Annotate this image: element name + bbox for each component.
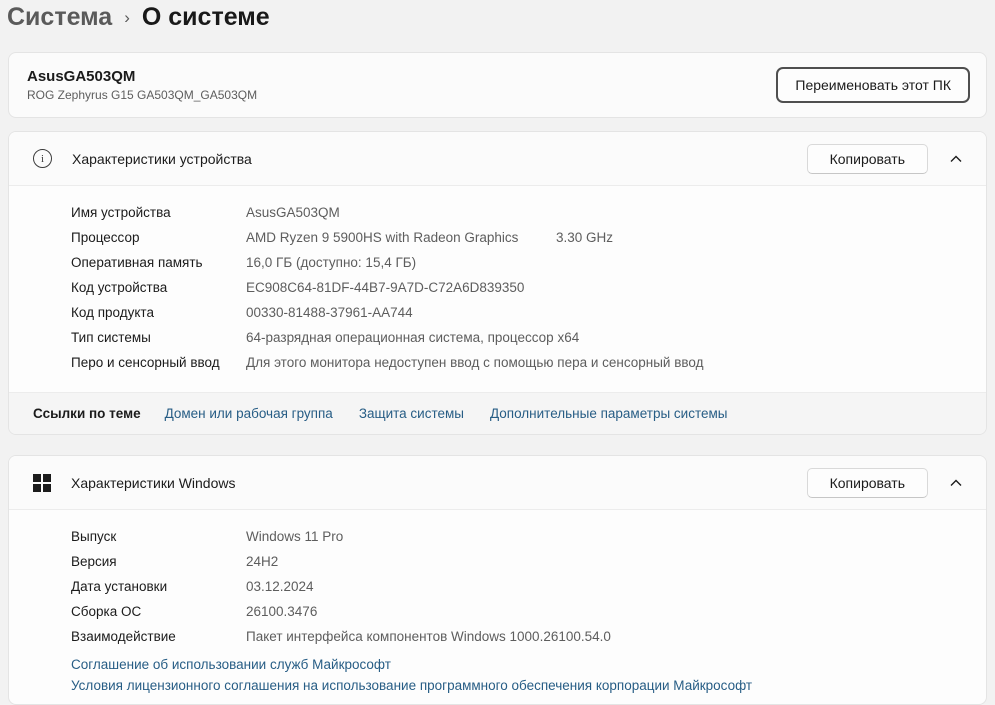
- spec-label: Тип системы: [71, 330, 246, 345]
- spec-label: Процессор: [71, 230, 246, 245]
- spec-label: Выпуск: [71, 529, 246, 544]
- chevron-up-icon: [950, 479, 962, 487]
- spec-label: Сборка ОС: [71, 604, 246, 619]
- spec-label: Код устройства: [71, 280, 246, 295]
- breadcrumb: Система › О системе: [0, 0, 995, 34]
- spec-value-clock: 3.30 GHz: [556, 230, 613, 245]
- link-advanced-system-settings[interactable]: Дополнительные параметры системы: [490, 406, 728, 421]
- windows-specs-header[interactable]: Характеристики Windows Копировать: [9, 456, 986, 509]
- windows-specs-card: Характеристики Windows Копировать Выпуск…: [8, 455, 987, 705]
- device-specs-content: Имя устройства AsusGA503QM Процессор AMD…: [9, 185, 986, 392]
- breadcrumb-chevron-icon: ›: [124, 6, 130, 28]
- spec-row-pen-touch: Перо и сенсорный ввод Для этого монитора…: [71, 350, 962, 375]
- device-name: AsusGA503QM: [27, 68, 257, 85]
- device-names: AsusGA503QM ROG Zephyrus G15 GA503QM_GA5…: [27, 68, 257, 102]
- spec-label: Перо и сенсорный ввод: [71, 355, 246, 370]
- spec-row-system-type: Тип системы 64-разрядная операционная си…: [71, 325, 962, 350]
- breadcrumb-system[interactable]: Система: [7, 3, 112, 32]
- license-links: Соглашение об использовании служб Майкро…: [71, 654, 962, 696]
- spec-row-product-id: Код продукта 00330-81488-37961-AA744: [71, 300, 962, 325]
- related-links-row: Ссылки по теме Домен или рабочая группа …: [9, 392, 986, 434]
- spec-value: 00330-81488-37961-AA744: [246, 305, 413, 320]
- device-specs-card: i Характеристики устройства Копировать И…: [8, 131, 987, 435]
- spec-label: Оперативная память: [71, 255, 246, 270]
- spec-row-processor: Процессор AMD Ryzen 9 5900HS with Radeon…: [71, 225, 962, 250]
- spec-row-os-build: Сборка ОС 26100.3476: [71, 599, 962, 624]
- spec-row-install-date: Дата установки 03.12.2024: [71, 574, 962, 599]
- spec-value: Windows 11 Pro: [246, 529, 343, 544]
- spec-label: Взаимодействие: [71, 629, 246, 644]
- spec-value: Пакет интерфейса компонентов Windows 100…: [246, 629, 611, 644]
- page-title: О системе: [142, 3, 270, 32]
- spec-value: AsusGA503QM: [246, 205, 340, 220]
- spec-row-edition: Выпуск Windows 11 Pro: [71, 524, 962, 549]
- spec-row-ram: Оперативная память 16,0 ГБ (доступно: 15…: [71, 250, 962, 275]
- copy-device-specs-button[interactable]: Копировать: [807, 144, 928, 174]
- chevron-up-icon: [950, 155, 962, 163]
- spec-value: 64-разрядная операционная система, проце…: [246, 330, 579, 345]
- windows-logo-icon: [33, 474, 51, 492]
- related-links-label: Ссылки по теме: [33, 406, 141, 421]
- device-specs-header[interactable]: i Характеристики устройства Копировать: [9, 132, 986, 185]
- spec-value: 24H2: [246, 554, 278, 569]
- spec-value: 16,0 ГБ (доступно: 15,4 ГБ): [246, 255, 416, 270]
- link-license-terms[interactable]: Условия лицензионного соглашения на испо…: [71, 675, 962, 696]
- spec-value: Для этого монитора недоступен ввод с пом…: [246, 355, 704, 370]
- collapse-windows-specs-button[interactable]: [942, 473, 970, 493]
- windows-specs-content: Выпуск Windows 11 Pro Версия 24H2 Дата у…: [9, 509, 986, 704]
- copy-windows-specs-button[interactable]: Копировать: [807, 468, 928, 498]
- link-system-protection[interactable]: Защита системы: [359, 406, 464, 421]
- spec-value: 26100.3476: [246, 604, 317, 619]
- spec-value: EC908C64-81DF-44B7-9A7D-C72A6D839350: [246, 280, 524, 295]
- spec-label: Версия: [71, 554, 246, 569]
- spec-row-version: Версия 24H2: [71, 549, 962, 574]
- device-name-card: AsusGA503QM ROG Zephyrus G15 GA503QM_GA5…: [8, 52, 987, 118]
- link-services-agreement[interactable]: Соглашение об использовании служб Майкро…: [71, 654, 962, 675]
- info-icon: i: [33, 149, 52, 168]
- spec-label: Дата установки: [71, 579, 246, 594]
- rename-pc-button[interactable]: Переименовать этот ПК: [776, 67, 970, 103]
- spec-row-device-id: Код устройства EC908C64-81DF-44B7-9A7D-C…: [71, 275, 962, 300]
- spec-label: Код продукта: [71, 305, 246, 320]
- link-domain-workgroup[interactable]: Домен или рабочая группа: [165, 406, 333, 421]
- device-specs-title: Характеристики устройства: [72, 151, 252, 167]
- windows-specs-title: Характеристики Windows: [71, 475, 236, 491]
- spec-row-experience: Взаимодействие Пакет интерфейса компонен…: [71, 624, 962, 649]
- spec-value: 03.12.2024: [246, 579, 314, 594]
- spec-value: AMD Ryzen 9 5900HS with Radeon Graphics: [246, 230, 518, 245]
- spec-row-device-name: Имя устройства AsusGA503QM: [71, 200, 962, 225]
- spec-label: Имя устройства: [71, 205, 246, 220]
- collapse-device-specs-button[interactable]: [942, 149, 970, 169]
- device-model: ROG Zephyrus G15 GA503QM_GA503QM: [27, 88, 257, 102]
